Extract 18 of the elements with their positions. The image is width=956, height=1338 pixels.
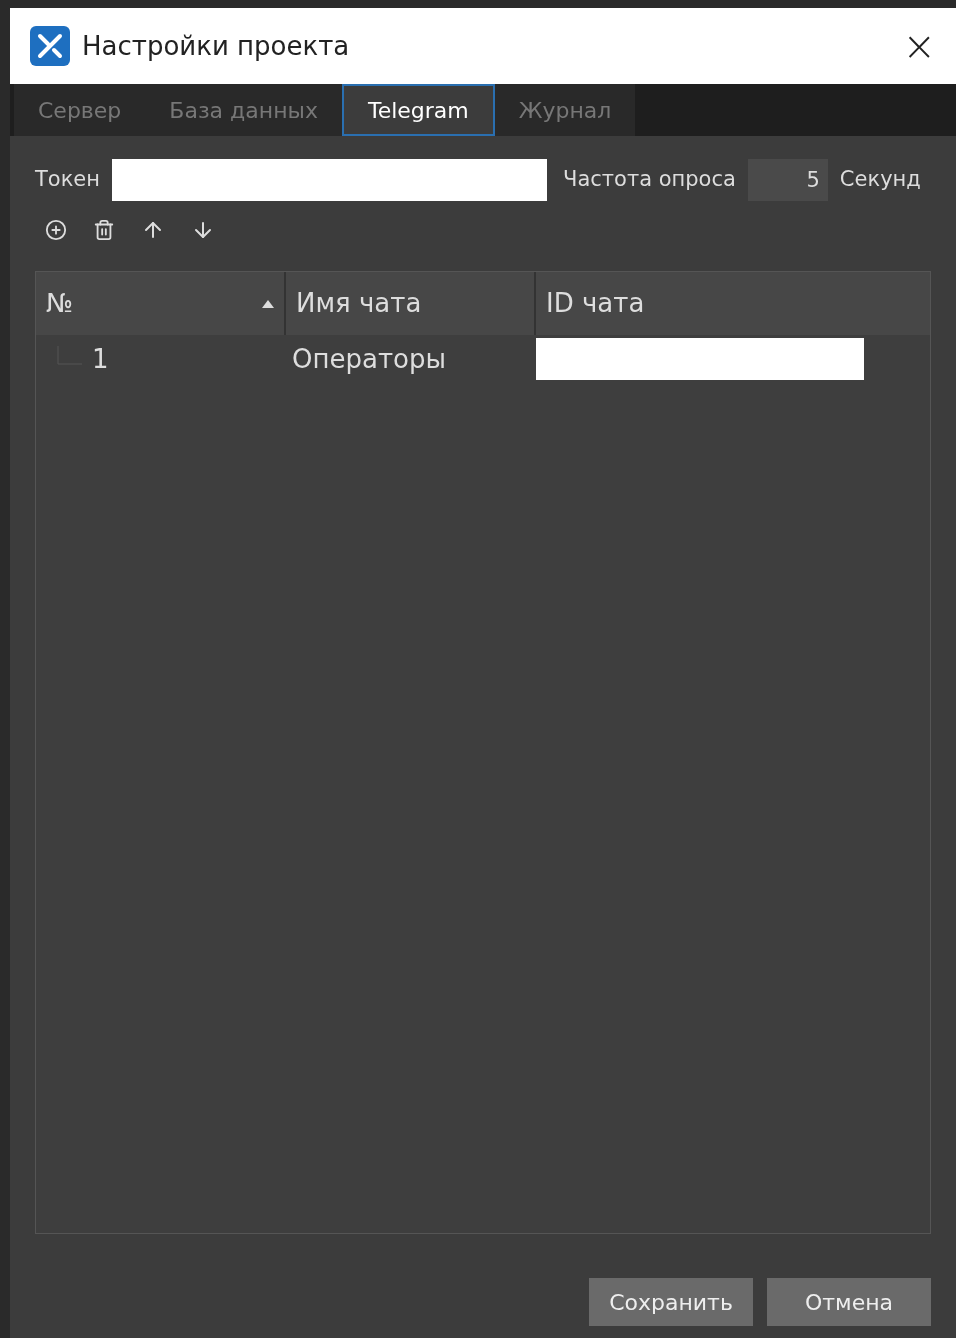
window-title: Настройки проекта (82, 29, 350, 63)
token-label: Токен (35, 166, 100, 194)
chat-id-field[interactable] (536, 338, 864, 380)
column-header[interactable]: Имя чата (286, 272, 536, 335)
tab[interactable]: Telegram (341, 84, 495, 136)
column-header[interactable]: № (36, 272, 286, 335)
poll-label: Частота опроса (563, 166, 736, 194)
poll-field[interactable]: 5 (747, 159, 828, 201)
table-cell: Операторы (292, 343, 446, 374)
dialog-button[interactable]: Отмена (767, 1278, 931, 1326)
add-icon[interactable] (45, 219, 67, 241)
column-header[interactable]: ID чата (536, 272, 930, 335)
table-cell-text: 1 (92, 342, 109, 376)
close-button[interactable]: × (902, 26, 936, 66)
token-field[interactable] (112, 159, 547, 201)
dialog-button[interactable]: Сохранить (589, 1278, 753, 1326)
unit-label: Секунд (839, 166, 921, 194)
trash-icon[interactable] (93, 219, 115, 241)
